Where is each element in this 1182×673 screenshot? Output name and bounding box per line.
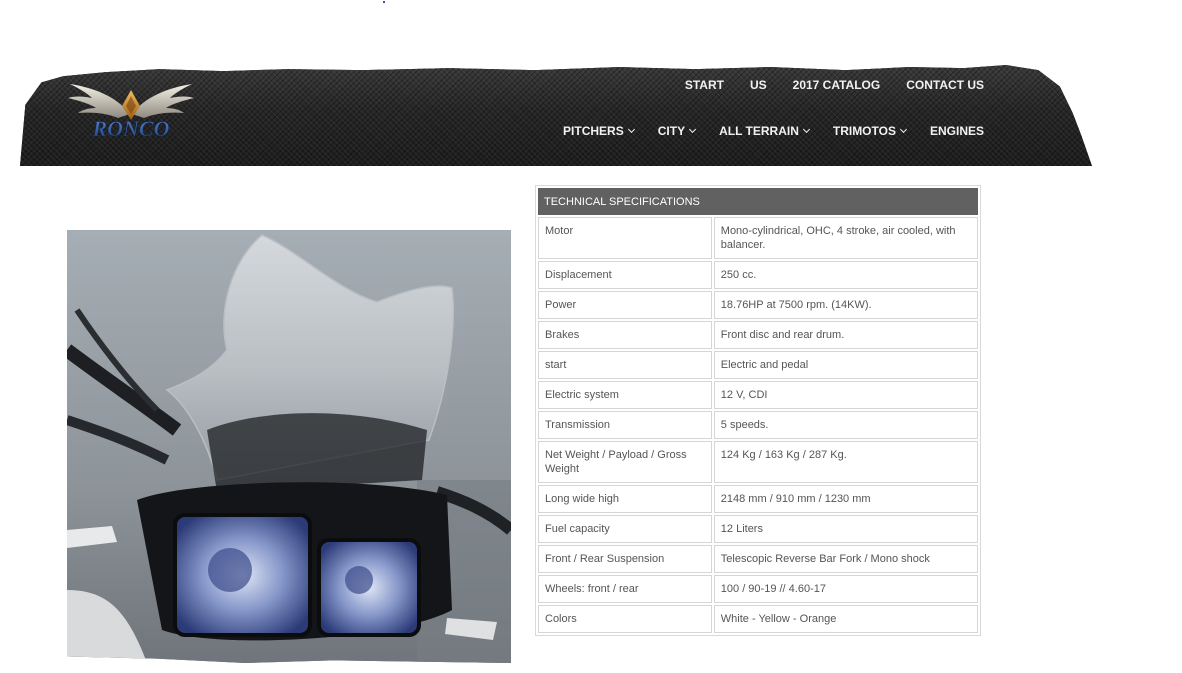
nav-all-terrain[interactable]: ALL TERRAIN: [719, 122, 810, 140]
spec-label: Net Weight / Payload / Gross Weight: [538, 441, 712, 483]
brand-logo[interactable]: RONCO: [60, 76, 202, 142]
table-row: Electric system 12 V, CDI: [538, 381, 978, 409]
spec-label: Fuel capacity: [538, 515, 712, 543]
table-row: Net Weight / Payload / Gross Weight 124 …: [538, 441, 978, 483]
nav-start[interactable]: START: [685, 76, 724, 94]
table-row: Power 18.76HP at 7500 rpm. (14KW).: [538, 291, 978, 319]
table-row: Wheels: front / rear 100 / 90-19 // 4.60…: [538, 575, 978, 603]
motorcycle-headlight-icon: [67, 230, 511, 663]
spec-value: 100 / 90-19 // 4.60-17: [713, 575, 978, 603]
nav-pitchers-label: PITCHERS: [563, 124, 624, 138]
spec-label: Brakes: [538, 321, 712, 349]
spec-value: 18.76HP at 7500 rpm. (14KW).: [713, 291, 978, 319]
table-row: Front / Rear Suspension Telescopic Rever…: [538, 545, 978, 573]
nav-pitchers[interactable]: PITCHERS: [563, 122, 635, 140]
spec-value: Telescopic Reverse Bar Fork / Mono shock: [713, 545, 978, 573]
spec-value: 12 Liters: [713, 515, 978, 543]
spec-value: 12 V, CDI: [713, 381, 978, 409]
nav-all-terrain-label: ALL TERRAIN: [719, 124, 799, 138]
chevron-down-icon: [899, 125, 908, 134]
spec-value: White - Yellow - Orange: [713, 605, 978, 633]
spec-label: Transmission: [538, 411, 712, 439]
nav-trimotos[interactable]: TRIMOTOS: [832, 122, 908, 140]
spec-table: TECHNICAL SPECIFICATIONS Motor Mono-cyli…: [536, 186, 980, 635]
stray-dot: [383, 1, 385, 3]
product-photo: [67, 230, 511, 663]
spec-label: Wheels: front / rear: [538, 575, 712, 603]
winged-logo-icon: RONCO: [68, 84, 194, 141]
nav-2017-catalog[interactable]: 2017 CATALOG: [793, 76, 881, 94]
page: RONCO START US 2017 CATALOG CONTACT US P…: [0, 0, 1182, 673]
spec-value: 2148 mm / 910 mm / 1230 mm: [713, 485, 978, 513]
spec-label: Long wide high: [538, 485, 712, 513]
spec-table-container: TECHNICAL SPECIFICATIONS Motor Mono-cyli…: [535, 185, 981, 636]
spec-table-header: TECHNICAL SPECIFICATIONS: [538, 188, 978, 215]
table-row: Displacement 250 cc.: [538, 261, 978, 289]
nav-contact-us[interactable]: CONTACT US: [906, 76, 984, 94]
nav-engines-label: ENGINES: [929, 124, 984, 138]
nav-city[interactable]: CITY: [657, 122, 697, 140]
table-row: Brakes Front disc and rear drum.: [538, 321, 978, 349]
spec-value: Electric and pedal: [713, 351, 978, 379]
spec-label: Power: [538, 291, 712, 319]
table-row: Fuel capacity 12 Liters: [538, 515, 978, 543]
spec-label: Colors: [538, 605, 712, 633]
table-row: Motor Mono-cylindrical, OHC, 4 stroke, a…: [538, 217, 978, 259]
spec-label: Front / Rear Suspension: [538, 545, 712, 573]
chevron-down-icon: [627, 125, 635, 134]
spec-label: start: [538, 351, 712, 379]
spec-value: 5 speeds.: [713, 411, 978, 439]
spec-label: Electric system: [538, 381, 712, 409]
table-row: Colors White - Yellow - Orange: [538, 605, 978, 633]
table-row: Transmission 5 speeds.: [538, 411, 978, 439]
nav-trimotos-label: TRIMOTOS: [832, 124, 896, 138]
top-nav: START US 2017 CATALOG CONTACT US: [664, 76, 984, 94]
svg-text:RONCO: RONCO: [91, 116, 169, 141]
spec-value: Mono-cylindrical, OHC, 4 stroke, air coo…: [713, 217, 978, 259]
nav-engines[interactable]: ENGINES: [930, 122, 984, 140]
spec-value: 124 Kg / 163 Kg / 287 Kg.: [713, 441, 978, 483]
spec-value: 250 cc.: [713, 261, 978, 289]
table-row: start Electric and pedal: [538, 351, 978, 379]
spec-label: Displacement: [538, 261, 712, 289]
table-row: Long wide high 2148 mm / 910 mm / 1230 m…: [538, 485, 978, 513]
chevron-down-icon: [689, 125, 697, 134]
spec-label: Motor: [538, 217, 712, 259]
nav-city-label: CITY: [657, 124, 686, 138]
nav-us[interactable]: US: [750, 76, 767, 94]
main-nav: PITCHERS CITY ALL TERRAIN TRIMOTOS ENGIN…: [560, 122, 984, 140]
chevron-down-icon: [802, 125, 810, 134]
spec-value: Front disc and rear drum.: [713, 321, 978, 349]
